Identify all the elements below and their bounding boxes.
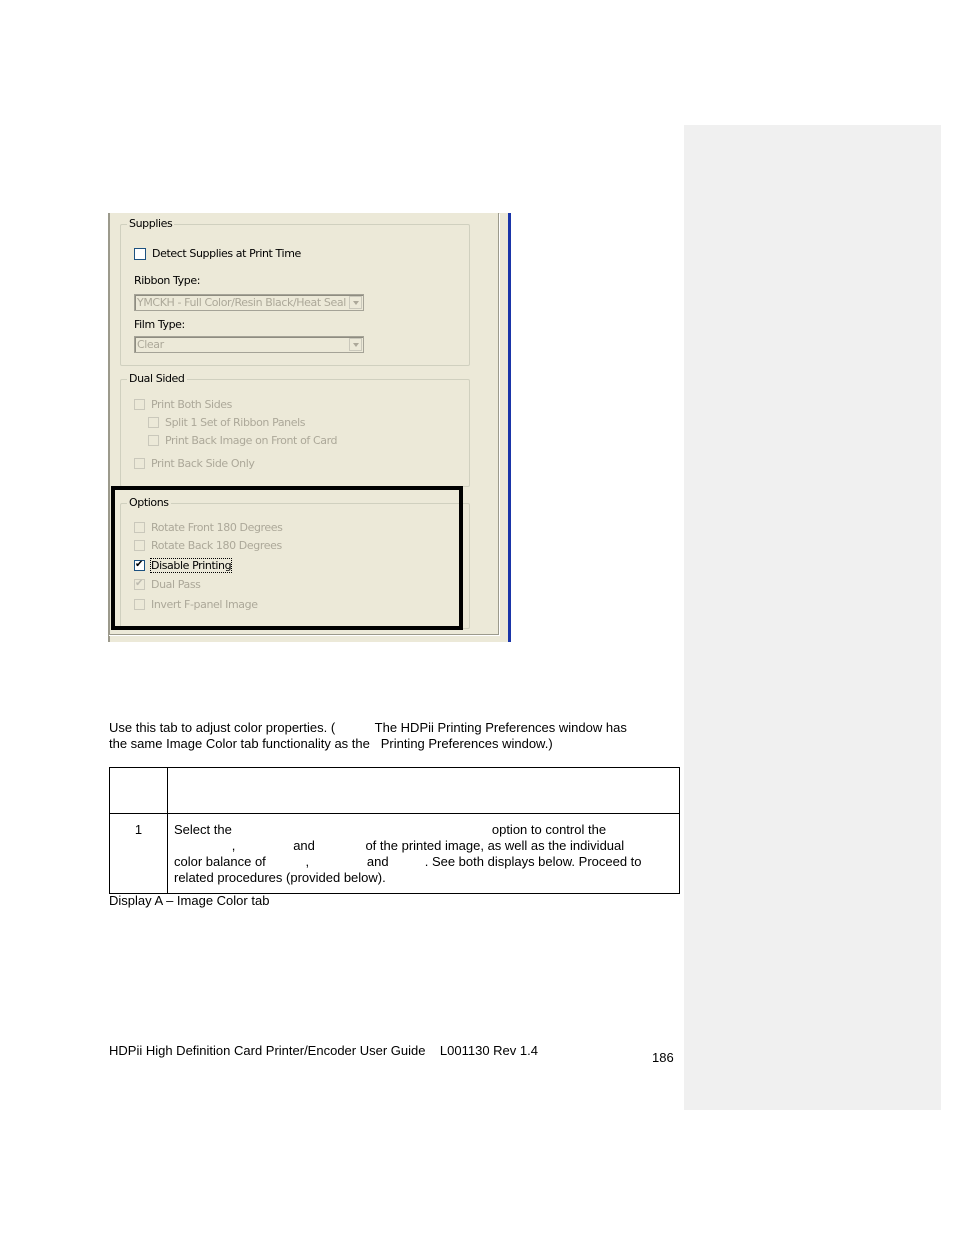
- print-both-sides-row[interactable]: Print Both Sides: [134, 398, 232, 411]
- print-back-on-front-checkbox[interactable]: [148, 435, 159, 446]
- ribbon-type-label: Ribbon Type:: [134, 274, 201, 287]
- procedure-table: 1 Select the option to control the , and…: [109, 767, 680, 894]
- detect-supplies-checkbox[interactable]: [134, 247, 146, 260]
- film-type-value: Clear: [137, 338, 164, 351]
- header-procedure-cell: [167, 767, 680, 814]
- dual-sided-group-title: Dual Sided: [127, 372, 187, 386]
- step-line: color balance of , and . See both displa…: [174, 854, 642, 869]
- header-step-cell: [109, 767, 168, 814]
- intro-paragraph: Use this tab to adjust color properties.…: [109, 720, 679, 752]
- step-line: Select the option to control the: [174, 822, 607, 837]
- intro-line-2: the same Image Color tab functionality a…: [109, 736, 553, 751]
- intro-line-1: Use this tab to adjust color properties.…: [109, 720, 627, 735]
- print-back-only-checkbox[interactable]: [134, 458, 145, 469]
- film-type-label: Film Type:: [134, 318, 185, 331]
- print-back-on-front-label: Print Back Image on Front of Card: [165, 434, 338, 447]
- print-both-sides-label: Print Both Sides: [151, 398, 232, 411]
- detect-supplies-checkbox-row[interactable]: Detect Supplies at Print Time: [134, 247, 301, 260]
- print-back-on-front-row[interactable]: Print Back Image on Front of Card: [148, 434, 338, 447]
- detect-supplies-label: Detect Supplies at Print Time: [152, 247, 301, 260]
- window-blue-edge: [508, 213, 511, 642]
- film-type-select[interactable]: Clear: [134, 336, 364, 353]
- film-type-dropdown-arrow-icon[interactable]: [349, 338, 362, 351]
- split-ribbon-checkbox[interactable]: [148, 417, 159, 428]
- dual-sided-group: Dual Sided: [120, 372, 470, 487]
- print-both-sides-checkbox[interactable]: [134, 399, 145, 410]
- ribbon-type-select[interactable]: YMCKH - Full Color/Resin Black/Heat Seal: [134, 294, 364, 311]
- print-back-only-label: Print Back Side Only: [151, 457, 255, 470]
- step-description: Select the option to control the , and o…: [167, 813, 680, 894]
- ribbon-type-value: YMCKH - Full Color/Resin Black/Heat Seal: [137, 296, 346, 309]
- page-footer: HDPii High Definition Card Printer/Encod…: [109, 1043, 538, 1058]
- step-line: , and of the printed image, as well as t…: [174, 838, 625, 853]
- split-ribbon-label: Split 1 Set of Ribbon Panels: [165, 416, 306, 429]
- table-row: 1 Select the option to control the , and…: [109, 813, 680, 894]
- display-caption: Display A – Image Color tab: [109, 893, 270, 908]
- split-ribbon-row[interactable]: Split 1 Set of Ribbon Panels: [148, 416, 306, 429]
- step-line: related procedures (provided below).: [174, 870, 386, 885]
- print-back-only-row[interactable]: Print Back Side Only: [134, 457, 255, 470]
- comment-margin-pane: [684, 125, 941, 1110]
- supplies-group-title: Supplies: [127, 217, 175, 231]
- options-highlight-box: [111, 486, 463, 630]
- ribbon-type-dropdown-arrow-icon[interactable]: [349, 296, 362, 309]
- page-number: 186: [652, 1050, 674, 1065]
- step-number: 1: [109, 813, 168, 894]
- table-header-row: [109, 767, 680, 814]
